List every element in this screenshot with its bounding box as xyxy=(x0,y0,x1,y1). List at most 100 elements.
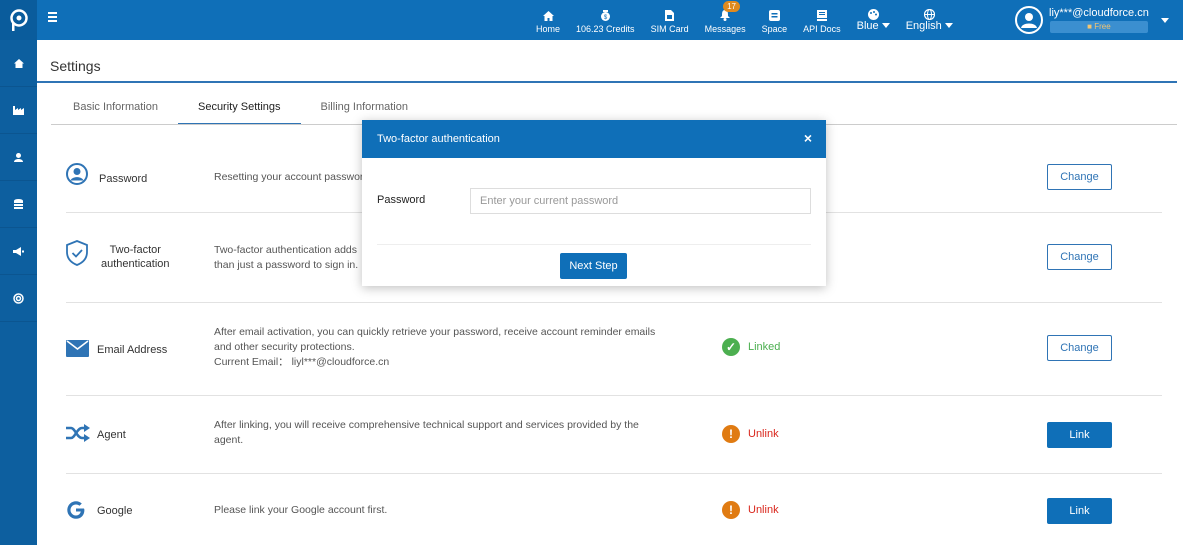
close-icon[interactable]: × xyxy=(804,130,812,146)
chevron-down-icon xyxy=(944,23,953,28)
logo[interactable] xyxy=(0,0,37,40)
nav-api-docs-label: API Docs xyxy=(803,24,841,34)
home-icon xyxy=(13,58,24,68)
sidebar-item-user[interactable] xyxy=(0,134,37,181)
plan-label: Free xyxy=(1094,22,1111,31)
messages-badge: 17 xyxy=(723,1,740,12)
credits-icon: $ xyxy=(600,10,610,21)
security-row-desc-line1: After email activation, you can quickly … xyxy=(214,326,656,338)
chevron-down-icon[interactable] xyxy=(1160,17,1169,23)
nav-home[interactable]: Home xyxy=(528,0,568,40)
security-row-name: Agent xyxy=(97,429,126,441)
security-row-desc-line2: than just a password to sign in. xyxy=(214,259,359,271)
security-row-name: Password xyxy=(99,173,148,185)
user-info: liy***@cloudforce.cn ■ Free xyxy=(1049,7,1149,33)
security-row-email: Email Address After email activation, yo… xyxy=(66,303,1162,396)
sidebar-item-database[interactable] xyxy=(0,181,37,228)
avatar xyxy=(1015,6,1043,34)
page-title: Settings xyxy=(50,58,101,74)
link-agent-button[interactable]: Link xyxy=(1047,422,1112,448)
sidebar-item-home[interactable] xyxy=(0,40,37,87)
palette-icon xyxy=(867,8,879,20)
nav-credits-label: 106.23 Credits xyxy=(576,24,635,34)
top-nav: Home $ 106.23 Credits SIM Card 17 Messag… xyxy=(528,0,961,40)
modal-header: Two-factor authentication × xyxy=(362,120,826,158)
link-google-button[interactable]: Link xyxy=(1047,498,1112,524)
nav-sim-card-label: SIM Card xyxy=(650,24,689,34)
status-linked: ✓ Linked xyxy=(722,338,780,356)
top-bar: Home $ 106.23 Credits SIM Card 17 Messag… xyxy=(0,0,1183,40)
security-row-desc: After email activation, you can quickly … xyxy=(214,325,684,370)
sidebar-item-support[interactable] xyxy=(0,275,37,322)
security-row-desc: Please link your Google account first. xyxy=(214,504,388,516)
user-icon xyxy=(14,152,23,162)
security-row-name-line1: Two-factor xyxy=(109,244,161,256)
language-dropdown[interactable]: English xyxy=(898,0,961,40)
tab-basic-information[interactable]: Basic Information xyxy=(53,97,178,125)
nav-messages[interactable]: 17 Messages xyxy=(697,0,754,40)
two-factor-modal: Two-factor authentication × Password Nex… xyxy=(362,120,826,286)
plan-badge: ■ Free xyxy=(1049,21,1148,33)
nav-space-label: Space xyxy=(761,24,788,34)
main-content: Settings Basic Information Security Sett… xyxy=(37,40,1183,545)
nav-credits[interactable]: $ 106.23 Credits xyxy=(568,0,643,40)
security-row-name: Email Address xyxy=(97,344,168,356)
sidebar xyxy=(0,40,37,545)
sidebar-item-megaphone[interactable] xyxy=(0,228,37,275)
megaphone-icon xyxy=(13,246,24,256)
security-row-desc-line2: and other security protections. xyxy=(214,341,355,353)
check-circle-icon: ✓ xyxy=(722,338,740,356)
api-docs-icon xyxy=(816,10,827,21)
change-two-factor-button[interactable]: Change xyxy=(1047,244,1112,270)
security-row-agent: Agent After linking, you will receive co… xyxy=(66,396,1162,474)
warning-circle-icon: ! xyxy=(722,501,740,519)
nav-sim-card[interactable]: SIM Card xyxy=(643,0,697,40)
menu-toggle-icon[interactable] xyxy=(48,12,60,24)
nav-space[interactable]: Space xyxy=(754,0,796,40)
status-unlink: ! Unlink xyxy=(722,501,779,519)
password-input[interactable] xyxy=(470,188,811,214)
password-label: Password xyxy=(377,194,426,206)
globe-icon xyxy=(923,8,935,20)
theme-dropdown[interactable]: Blue xyxy=(849,0,898,40)
security-row-desc: After linking, you will receive comprehe… xyxy=(214,418,684,448)
security-row-name-line2: authentication xyxy=(101,258,170,270)
space-icon xyxy=(768,10,780,21)
home-icon xyxy=(542,11,554,21)
logo-icon xyxy=(9,9,28,31)
theme-label: Blue xyxy=(856,19,879,32)
shield-check-icon xyxy=(66,240,88,266)
shuffle-icon xyxy=(66,424,90,442)
security-row-desc: Resetting your account password xyxy=(214,171,364,183)
status-label: Unlink xyxy=(748,428,779,440)
factory-icon xyxy=(13,105,24,115)
sidebar-item-factory[interactable] xyxy=(0,87,37,134)
language-label: English xyxy=(905,19,942,32)
next-step-button[interactable]: Next Step xyxy=(560,253,627,279)
user-email: liy***@cloudforce.cn xyxy=(1049,7,1149,19)
modal-title: Two-factor authentication xyxy=(377,133,500,145)
status-label: Unlink xyxy=(748,504,779,516)
google-icon xyxy=(67,501,85,519)
status-label: Linked xyxy=(748,341,781,353)
user-avatar-icon xyxy=(1021,13,1037,28)
title-divider xyxy=(37,81,1177,83)
current-email: Current Email： liyl***@cloudforce.cn xyxy=(214,356,390,368)
nav-messages-label: Messages xyxy=(704,24,746,34)
user-menu[interactable]: liy***@cloudforce.cn ■ Free xyxy=(1015,0,1169,40)
change-password-button[interactable]: Change xyxy=(1047,164,1112,190)
security-row-name: Google xyxy=(97,505,133,517)
nav-api-docs[interactable]: API Docs xyxy=(795,0,849,40)
warning-circle-icon: ! xyxy=(722,425,740,443)
nav-home-label: Home xyxy=(536,24,561,34)
support-icon xyxy=(13,292,24,304)
chevron-down-icon xyxy=(881,23,890,28)
tab-security-settings[interactable]: Security Settings xyxy=(177,97,301,125)
change-email-button[interactable]: Change xyxy=(1047,335,1112,361)
status-unlink: ! Unlink xyxy=(722,425,779,443)
modal-divider xyxy=(377,244,811,245)
database-icon xyxy=(14,199,23,209)
security-row-desc-line1: After linking, you will receive comprehe… xyxy=(214,419,639,431)
envelope-icon xyxy=(66,340,89,357)
security-row-name: Two-factor authentication xyxy=(101,243,170,271)
